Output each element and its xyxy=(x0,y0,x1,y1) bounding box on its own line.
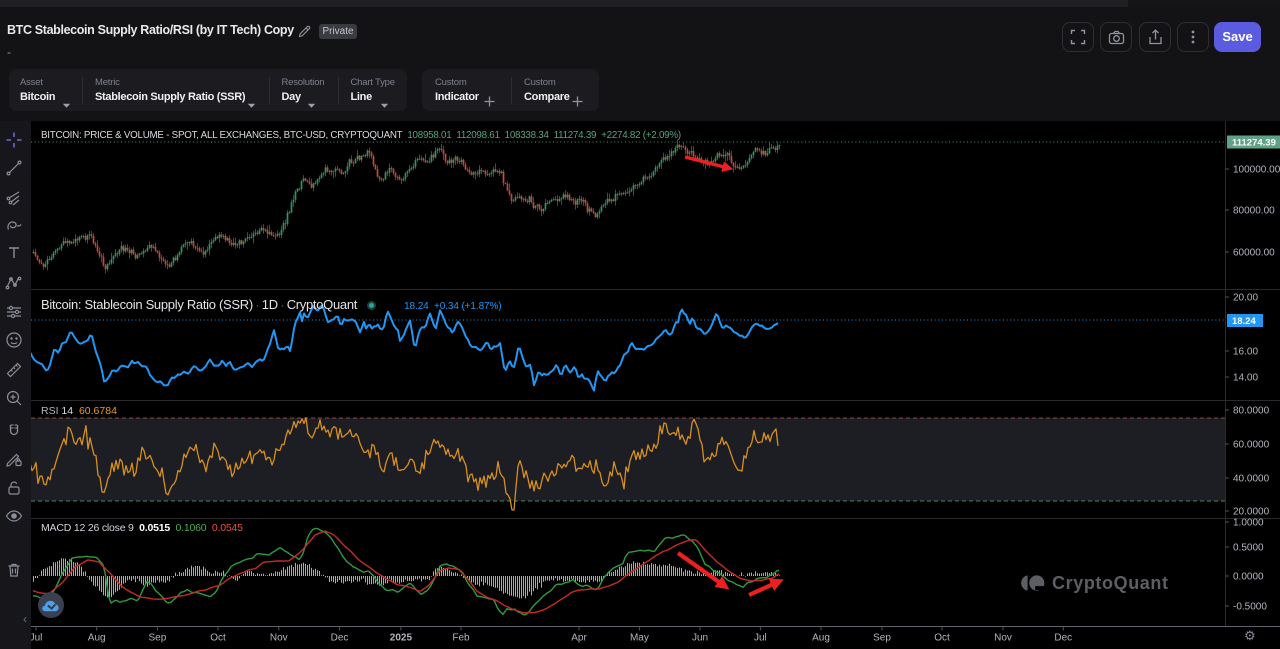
svg-text:Oct: Oct xyxy=(210,633,226,644)
svg-text:Oct: Oct xyxy=(934,633,950,644)
svg-text:0.0000: 0.0000 xyxy=(1233,572,1264,583)
svg-text:20.0000: 20.0000 xyxy=(1233,507,1270,518)
svg-text:1.0000: 1.0000 xyxy=(1233,518,1264,529)
svg-text:Jul: Jul xyxy=(30,633,43,644)
svg-text:Nov: Nov xyxy=(270,633,288,644)
svg-text:20.00: 20.00 xyxy=(1233,293,1258,304)
svg-text:Dec: Dec xyxy=(1054,633,1072,644)
svg-text:60.0000: 60.0000 xyxy=(1233,440,1270,451)
svg-text:-0.5000: -0.5000 xyxy=(1233,602,1267,613)
svg-text:2025: 2025 xyxy=(390,633,413,644)
svg-text:14.00: 14.00 xyxy=(1233,373,1258,384)
svg-text:18.24: 18.24 xyxy=(1232,316,1256,327)
svg-text:0.5000: 0.5000 xyxy=(1233,543,1264,554)
svg-text:Dec: Dec xyxy=(331,633,349,644)
svg-text:Jun: Jun xyxy=(692,633,708,644)
svg-text:60000.00: 60000.00 xyxy=(1233,248,1275,259)
svg-text:Feb: Feb xyxy=(452,633,470,644)
svg-text:Nov: Nov xyxy=(994,633,1012,644)
svg-text:40.0000: 40.0000 xyxy=(1233,474,1270,485)
svg-text:80000.00: 80000.00 xyxy=(1233,206,1275,217)
svg-text:16.00: 16.00 xyxy=(1233,347,1258,358)
svg-text:80.0000: 80.0000 xyxy=(1233,406,1270,417)
svg-text:Jul: Jul xyxy=(754,633,767,644)
svg-text:Sep: Sep xyxy=(873,633,891,644)
svg-text:Aug: Aug xyxy=(88,633,106,644)
svg-text:100000.00: 100000.00 xyxy=(1233,165,1280,176)
svg-text:Apr: Apr xyxy=(571,633,587,644)
svg-text:May: May xyxy=(630,633,649,644)
svg-text:Sep: Sep xyxy=(149,633,167,644)
svg-text:111274.39: 111274.39 xyxy=(1232,138,1276,149)
svg-text:Aug: Aug xyxy=(812,633,830,644)
